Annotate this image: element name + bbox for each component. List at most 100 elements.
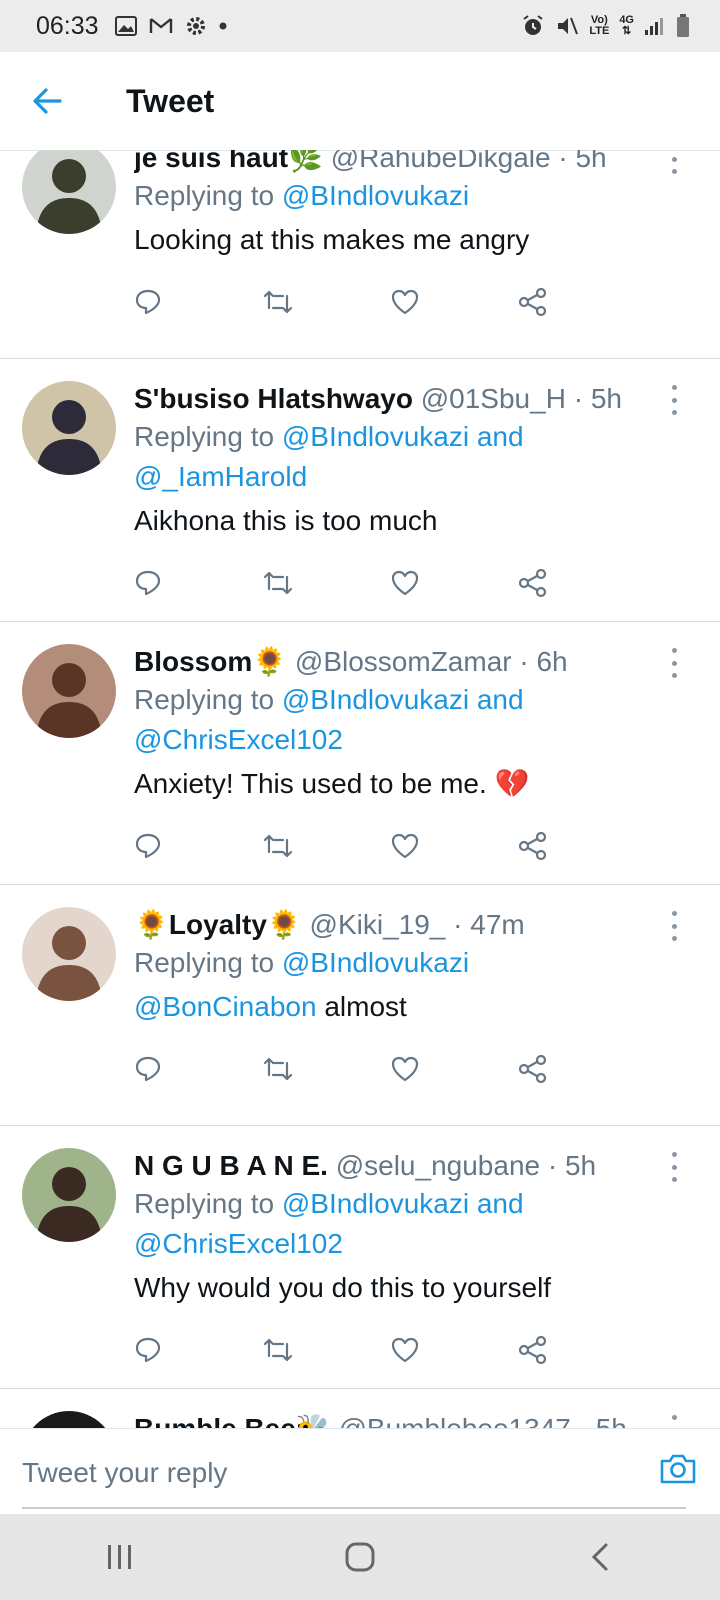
display-name[interactable]: Bumble Bee🐝: [134, 1413, 331, 1428]
more-options-icon[interactable]: [664, 911, 684, 941]
tweet-reply[interactable]: S'busiso Hlatshwayo @01Sbu_H · 5h Replyi…: [0, 359, 720, 622]
tweet-actions: [134, 282, 646, 322]
more-options-icon[interactable]: [664, 648, 684, 678]
recent-apps-icon: [108, 1545, 131, 1569]
reply-mention-extra[interactable]: @ChrisExcel102: [134, 724, 343, 755]
reply-mention[interactable]: @BIndlovukazi and: [282, 421, 524, 452]
avatar[interactable]: [22, 381, 116, 475]
display-name[interactable]: je suis haut🌿: [134, 150, 323, 173]
share-button[interactable]: [518, 563, 646, 603]
more-options-icon[interactable]: [664, 150, 684, 174]
reply-input[interactable]: Tweet your reply: [22, 1457, 227, 1489]
like-button[interactable]: [390, 1330, 518, 1370]
avatar[interactable]: [22, 150, 116, 234]
user-handle[interactable]: @RahubeDikgale: [331, 150, 551, 173]
home-button[interactable]: [320, 1527, 400, 1587]
reply-mention[interactable]: @BIndlovukazi: [282, 180, 469, 211]
display-name[interactable]: Blossom🌻: [134, 646, 287, 677]
reply-mention-extra[interactable]: @ChrisExcel102: [134, 1228, 343, 1259]
reply-icon: [134, 288, 162, 316]
tweet-text: Looking at this makes me angry: [134, 220, 646, 260]
user-handle[interactable]: @BlossomZamar: [295, 646, 512, 677]
retweet-icon: [262, 569, 294, 597]
avatar[interactable]: [22, 907, 116, 1001]
like-button[interactable]: [390, 282, 518, 322]
tweet-reply[interactable]: Blossom🌻 @BlossomZamar · 6h Replying to …: [0, 622, 720, 885]
like-button[interactable]: [390, 1049, 518, 1089]
replying-to-label: Replying to: [134, 1188, 275, 1219]
more-options-icon[interactable]: [664, 1415, 684, 1428]
share-button[interactable]: [518, 826, 646, 866]
heart-icon: [390, 288, 420, 316]
tweet-reply[interactable]: N G U B A N E. @selu_ngubane · 5h Replyi…: [0, 1126, 720, 1389]
retweet-icon: [262, 832, 294, 860]
more-notifications-dot-icon: [219, 22, 227, 30]
like-button[interactable]: [390, 563, 518, 603]
replying-to-label: Replying to: [134, 421, 275, 452]
user-handle[interactable]: @selu_ngubane: [336, 1150, 540, 1181]
reply-mention-extra[interactable]: @_IamHarold: [134, 461, 307, 492]
tweet-text: Anxiety! This used to be me. 💔: [134, 764, 646, 804]
mute-icon: [555, 15, 579, 37]
reply-button[interactable]: [134, 1330, 262, 1370]
more-options-icon[interactable]: [664, 1152, 684, 1182]
share-button[interactable]: [518, 1330, 646, 1370]
like-button[interactable]: [390, 826, 518, 866]
tweet-text-content: Why would you do this to yourself: [134, 1272, 552, 1303]
share-icon: [518, 1054, 548, 1084]
reply-button[interactable]: [134, 826, 262, 866]
reply-button[interactable]: [134, 1049, 262, 1089]
share-icon: [518, 831, 548, 861]
back-nav-button[interactable]: [560, 1527, 640, 1587]
replies-feed[interactable]: je suis haut🌿 @RahubeDikgale · 5h Replyi…: [0, 150, 720, 1428]
reply-button[interactable]: [134, 563, 262, 603]
display-name[interactable]: 🌻Loyalty🌻: [134, 909, 302, 940]
display-name[interactable]: N G U B A N E.: [134, 1150, 328, 1181]
heart-icon: [390, 569, 420, 597]
camera-icon[interactable]: [658, 1449, 698, 1489]
retweet-button[interactable]: [262, 282, 390, 322]
reply-mention[interactable]: @BIndlovukazi and: [282, 1188, 524, 1219]
tweet-header: 🌻Loyalty🌻 @Kiki_19_ · 47m: [134, 907, 646, 943]
system-nav-bar: [0, 1514, 720, 1600]
tweet-text-content: Aikhona this is too much: [134, 505, 438, 536]
tweet-text-content: Anxiety! This used to be me. 💔: [134, 768, 530, 799]
avatar[interactable]: [22, 1148, 116, 1242]
tweet-reply[interactable]: 🌻Loyalty🌻 @Kiki_19_ · 47m Replying to @B…: [0, 885, 720, 1126]
timestamp: 6h: [536, 646, 568, 677]
retweet-button[interactable]: [262, 1330, 390, 1370]
tweet-reply[interactable]: Bumble Bee🐝 @Bumblebee1347 · 5h Replying…: [0, 1389, 720, 1428]
tweet-reply[interactable]: je suis haut🌿 @RahubeDikgale · 5h Replyi…: [0, 150, 720, 359]
reply-button[interactable]: [134, 282, 262, 322]
text-mention[interactable]: @BonCinabon: [134, 991, 317, 1022]
retweet-button[interactable]: [262, 826, 390, 866]
reply-mention[interactable]: @BIndlovukazi: [282, 947, 469, 978]
back-chevron-icon: [591, 1543, 608, 1571]
display-name[interactable]: S'busiso Hlatshwayo: [134, 383, 413, 414]
signal-icon: [644, 16, 666, 36]
tweet-text-content: almost: [316, 991, 407, 1022]
battery-icon: [676, 14, 690, 38]
back-button[interactable]: [18, 71, 78, 131]
user-handle[interactable]: @Bumblebee1347: [338, 1413, 570, 1428]
tweet-text: Why would you do this to yourself: [134, 1268, 646, 1308]
share-button[interactable]: [518, 282, 646, 322]
reply-composer[interactable]: Tweet your reply: [0, 1428, 720, 1515]
reply-mention[interactable]: @BIndlovukazi and: [282, 684, 524, 715]
user-handle[interactable]: @01Sbu_H: [421, 383, 566, 414]
tweet-actions: [134, 1049, 646, 1089]
separator-dot: ·: [558, 150, 568, 173]
retweet-button[interactable]: [262, 1049, 390, 1089]
avatar[interactable]: [22, 1411, 116, 1428]
more-options-icon[interactable]: [664, 385, 684, 415]
back-arrow-icon: [33, 88, 62, 114]
replying-to: Replying to @BIndlovukazi and: [134, 417, 646, 457]
user-handle[interactable]: @Kiki_19_: [310, 909, 446, 940]
timestamp: 5h: [590, 383, 622, 414]
avatar[interactable]: [22, 644, 116, 738]
settings-notification-icon: [185, 15, 207, 37]
retweet-button[interactable]: [262, 563, 390, 603]
share-button[interactable]: [518, 1049, 646, 1089]
recent-apps-button[interactable]: [80, 1527, 160, 1587]
tweet-header: Bumble Bee🐝 @Bumblebee1347 · 5h: [134, 1411, 646, 1428]
